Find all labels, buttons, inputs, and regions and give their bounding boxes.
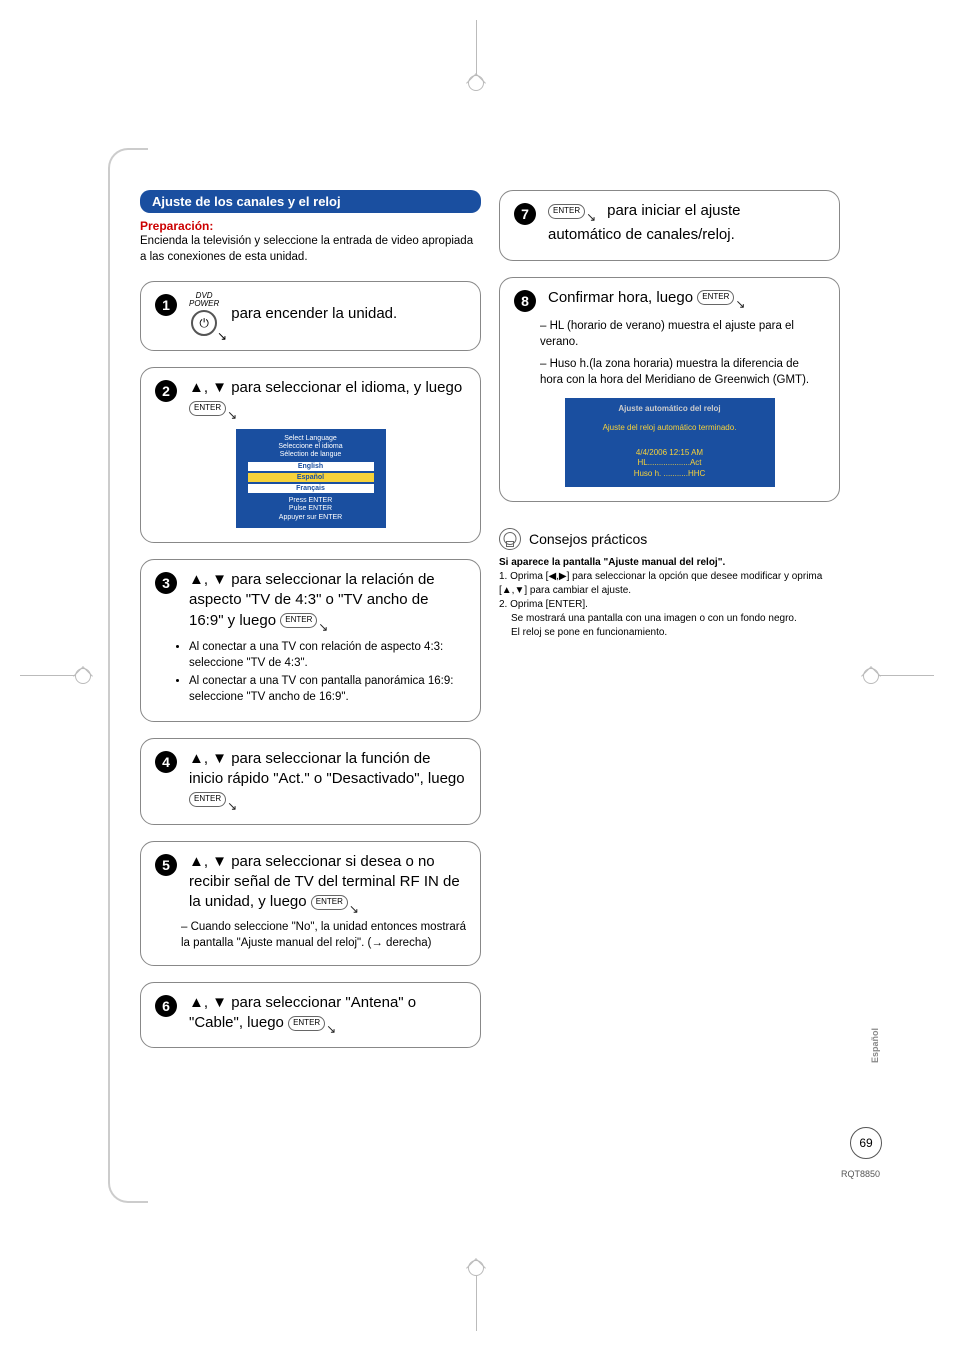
step-badge-8: 8 <box>514 290 536 312</box>
enter-icon: ENTER <box>288 1016 325 1031</box>
enter-icon: ENTER <box>189 401 226 416</box>
tips-bold: Si aparece la pantalla "Ajuste manual de… <box>499 556 840 570</box>
cropmark <box>20 675 80 676</box>
page-number: 69 <box>850 1127 882 1159</box>
step-7-text-1: para iniciar el ajuste <box>607 201 740 221</box>
enter-icon: ENTER <box>280 613 317 628</box>
tips-block: Consejos prácticos Si aparece la pantall… <box>499 518 840 640</box>
step-badge-4: 4 <box>155 751 177 773</box>
side-language-tab: Español <box>870 1028 880 1063</box>
tips-line-4: El reloj se pone en funcionamiento. <box>499 626 840 640</box>
step-6-card: 6 ▲, ▼ para seleccionar "Antena" o "Cabl… <box>140 982 481 1049</box>
tips-title: Consejos prácticos <box>529 531 647 547</box>
step-badge-3: 3 <box>155 572 177 594</box>
step-7-text-2: automático de canales/reloj. <box>548 225 741 245</box>
step-8-note-2: – Huso h.(la zona horaria) muestra la di… <box>514 356 825 388</box>
step-5-note: – Cuando seleccione "No", la unidad ento… <box>155 919 466 951</box>
enter-icon: ENTER <box>697 290 734 305</box>
enter-icon: ENTER <box>311 895 348 910</box>
register-mark <box>468 1260 484 1276</box>
step-8-card: 8 Confirmar hora, luego ENTER – HL (hora… <box>499 277 840 503</box>
section-title: Ajuste de los canales y el reloj <box>140 190 481 213</box>
step-badge-7: 7 <box>514 203 536 225</box>
step-5-card: 5 ▲, ▼ para seleccionar si desea o no re… <box>140 841 481 966</box>
lightbulb-icon <box>499 528 521 550</box>
tips-line-3: Se mostrará una pantalla con una imagen … <box>499 612 840 626</box>
register-mark <box>75 668 91 684</box>
dvd-power-icon: DVD POWER ⏻ <box>189 292 219 336</box>
header-block: Ajuste de los canales y el reloj Prepara… <box>140 190 481 265</box>
page-content: Ajuste de los canales y el reloj Prepara… <box>140 190 840 1048</box>
register-mark <box>468 75 484 91</box>
auto-clock-screenshot: Ajuste automático del reloj Ajuste del r… <box>565 398 775 487</box>
step-badge-1: 1 <box>155 294 177 316</box>
lang-opt-francais: Français <box>248 484 374 493</box>
step-8-note-1: – HL (horario de verano) muestra el ajus… <box>514 318 825 350</box>
left-column: Ajuste de los canales y el reloj Prepara… <box>140 190 481 1048</box>
tips-line-1: 1. Oprima [◀,▶] para seleccionar la opci… <box>499 570 840 598</box>
enter-icon: ENTER <box>189 792 226 807</box>
enter-icon: ENTER <box>548 204 585 219</box>
lang-opt-espanol: Español <box>248 473 374 482</box>
language-menu-screenshot: Select Language Seleccione el idioma Sél… <box>236 429 386 528</box>
register-mark <box>863 668 879 684</box>
step-3-bullets: Al conectar a una TV con relación de asp… <box>155 639 466 705</box>
step-1-card: 1 DVD POWER ⏻ para encender la unidad. <box>140 281 481 351</box>
step-8-text: Confirmar hora, luego <box>548 289 693 306</box>
prep-text: Encienda la televisión y seleccione la e… <box>140 233 481 265</box>
lang-opt-english: English <box>248 462 374 471</box>
document-id: RQT8850 <box>841 1169 880 1179</box>
right-column: 7 ENTER para iniciar el ajuste automátic… <box>499 190 840 1048</box>
step-7-card: 7 ENTER para iniciar el ajuste automátic… <box>499 190 840 261</box>
step-1-text: para encender la unidad. <box>231 304 397 324</box>
cropmark <box>874 675 934 676</box>
step-badge-2: 2 <box>155 380 177 402</box>
step-badge-5: 5 <box>155 854 177 876</box>
prep-label: Preparación: <box>140 219 481 233</box>
cropmark <box>476 20 477 80</box>
tips-line-2: 2. Oprima [ENTER]. <box>499 598 840 612</box>
step-2-card: 2 ▲, ▼ para seleccionar el idioma, y lue… <box>140 367 481 543</box>
step-3-card: 3 ▲, ▼ para seleccionar la relación de a… <box>140 559 481 722</box>
step-4-card: 4 ▲, ▼ para seleccionar la función de in… <box>140 738 481 825</box>
step-badge-6: 6 <box>155 995 177 1017</box>
step-4-text: ▲, ▼ para seleccionar la función de inic… <box>189 750 465 787</box>
step-2-text: ▲, ▼ para seleccionar el idioma, y luego <box>189 379 462 396</box>
cropmark <box>476 1271 477 1331</box>
